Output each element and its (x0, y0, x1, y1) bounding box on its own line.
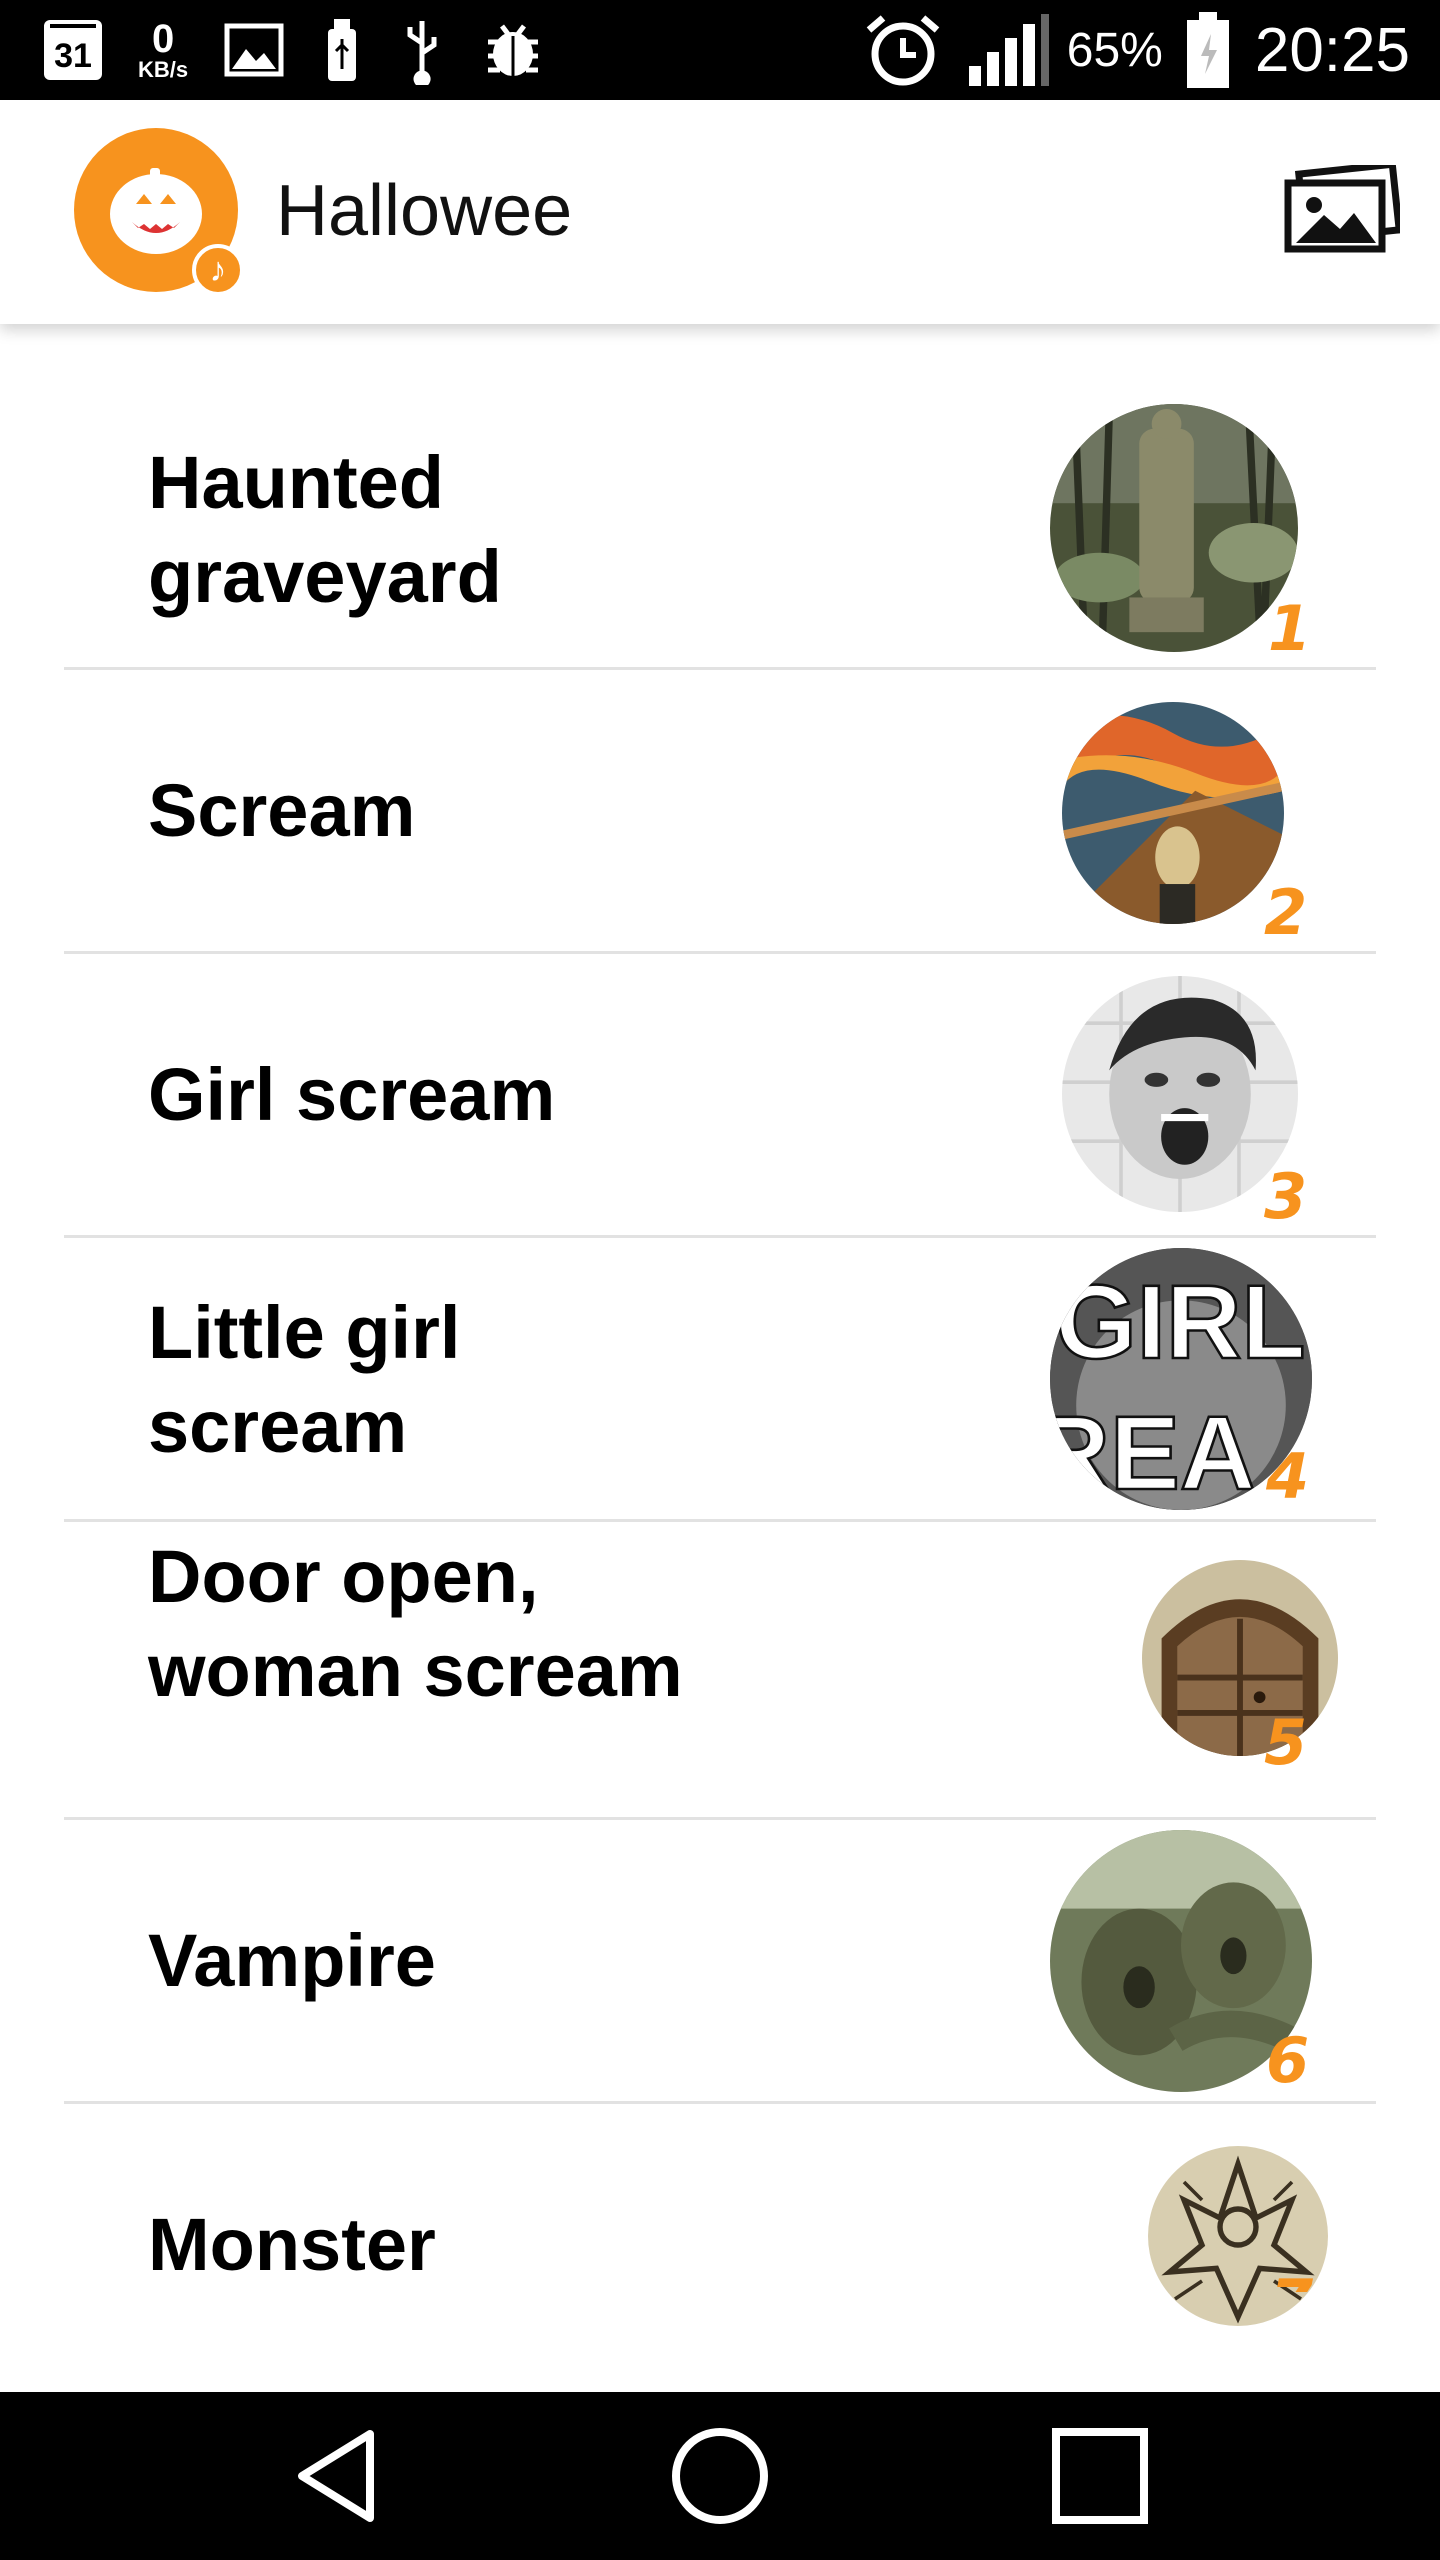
home-icon (672, 2428, 768, 2524)
item-number-badge: 3 (1264, 1160, 1308, 1233)
graveyard-thumbnail (1050, 404, 1298, 652)
usb-debug-icon (400, 15, 444, 85)
item-label: Scream (148, 769, 416, 852)
back-button[interactable] (280, 2426, 400, 2526)
network-speed-value: 0 (151, 17, 175, 61)
item-number-badge: 2 (1264, 876, 1308, 949)
item-label: Little girl scream (148, 1291, 461, 1468)
list-item[interactable]: Haunted graveyard 1 (64, 324, 1376, 670)
door-thumbnail (1142, 1560, 1338, 1756)
pumpkin-icon: ♪ (74, 128, 244, 296)
thumbnail-text-line-1: GIRL (1055, 1264, 1305, 1381)
network-speed: 0 KB/s (138, 19, 188, 81)
item-number-badge: 5 (1264, 1706, 1308, 1779)
battery-percent: 65% (1066, 23, 1163, 77)
image-icon (224, 23, 284, 77)
signal-icon (967, 12, 1051, 88)
bug-icon (480, 20, 546, 80)
scream-painting-thumbnail (1062, 702, 1284, 924)
list-item[interactable]: Monster 7 (64, 2104, 1376, 2392)
home-button[interactable] (660, 2426, 780, 2526)
screen: 31 0 KB/s 65% 20:25 ♪ Hallowee Haunted g… (0, 0, 1440, 2560)
item-number-badge: 4 (1266, 1440, 1310, 1513)
alarm-icon (863, 12, 943, 88)
battery-icon (1185, 10, 1231, 90)
calendar-day: 31 (44, 20, 102, 80)
list-item[interactable]: Girl scream 3 (64, 954, 1376, 1238)
gallery-button[interactable] (1282, 160, 1402, 260)
gallery-icon (1284, 165, 1400, 253)
monster-engraving-thumbnail (1148, 2146, 1328, 2326)
list-item[interactable]: Little girl scream GIRL REA 4 (64, 1238, 1376, 1522)
network-speed-unit: KB/s (138, 57, 189, 82)
back-icon (298, 2430, 374, 2522)
item-label: Vampire (148, 1919, 436, 2002)
list-item[interactable]: Vampire 6 (64, 1820, 1376, 2104)
list-item[interactable]: Scream 2 (64, 670, 1376, 954)
app-bar: ♪ Hallowee (0, 100, 1440, 324)
item-number-badge: 6 (1266, 2024, 1310, 2097)
item-number-badge: 7 (1270, 2268, 1313, 2292)
sound-list: Haunted graveyard 1 Scream 2 Girl scream… (0, 324, 1440, 2392)
app-title: Hallowee (276, 171, 573, 251)
list-item[interactable]: Door open, woman scream 5 (64, 1522, 1376, 1820)
recents-button[interactable] (1040, 2426, 1160, 2526)
girl-scream-thumbnail (1062, 976, 1298, 1212)
item-label: Haunted graveyard (148, 441, 502, 618)
recents-icon (1052, 2428, 1148, 2524)
thumbnail-text-line-2: REA (1050, 1395, 1256, 1510)
clock: 20:25 (1254, 15, 1410, 85)
status-bar: 31 0 KB/s 65% 20:25 (0, 0, 1440, 100)
item-label: Monster (148, 2203, 436, 2286)
music-note-icon: ♪ (192, 244, 244, 296)
item-label: Girl scream (148, 1053, 556, 1136)
usb-icon (320, 15, 364, 85)
item-label: Door open, woman scream (148, 1535, 683, 1712)
item-number-badge: 1 (1268, 592, 1312, 665)
navigation-bar (0, 2392, 1440, 2560)
calendar-icon: 31 (44, 20, 102, 80)
